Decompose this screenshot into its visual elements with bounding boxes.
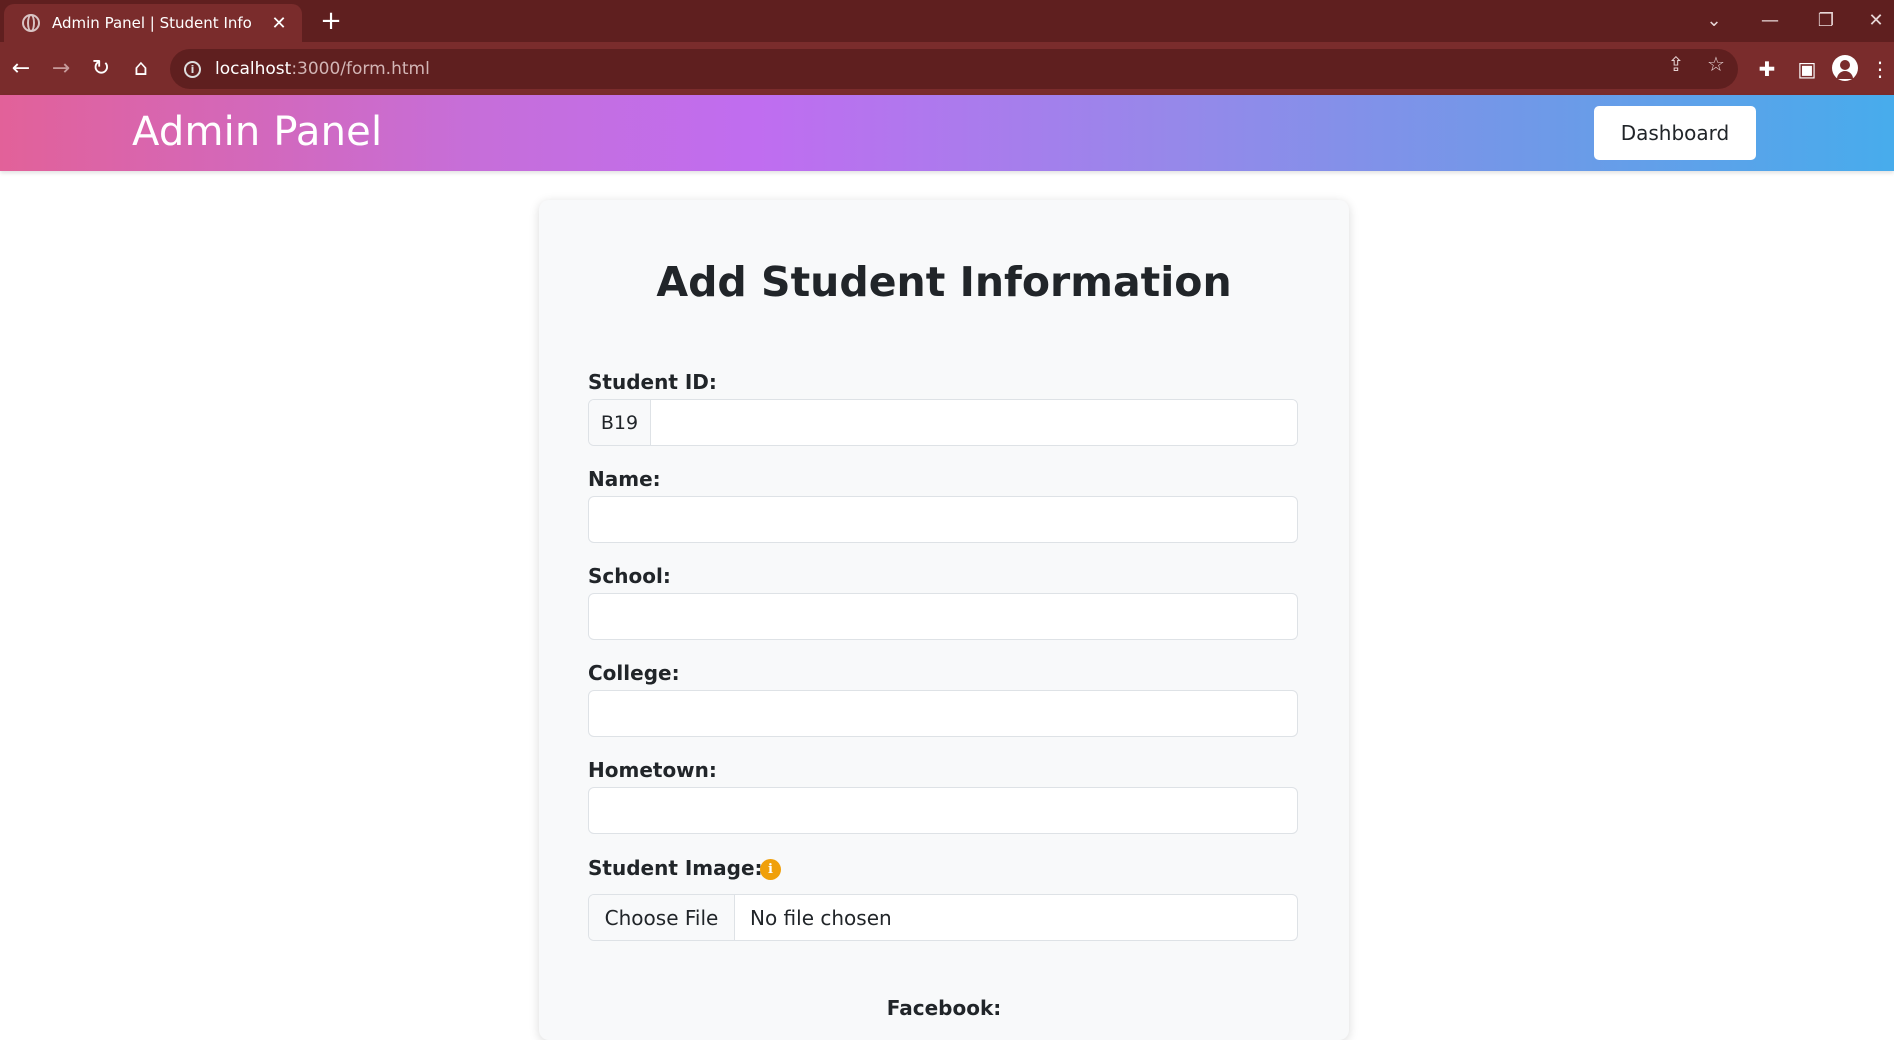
restore-icon[interactable]: ❐ — [1806, 6, 1846, 36]
brand-title[interactable]: Admin Panel — [132, 109, 382, 155]
tab-title: Admin Panel | Student Info — [52, 14, 252, 32]
info-icon[interactable]: i — [760, 859, 781, 880]
college-input[interactable] — [588, 690, 1298, 737]
bookmark-star-icon[interactable]: ☆ — [1703, 51, 1729, 77]
share-icon[interactable]: ⇪ — [1663, 51, 1689, 77]
student-id-group: B19 — [588, 399, 1298, 446]
url-host: localhost — [215, 59, 292, 79]
hometown-input[interactable] — [588, 787, 1298, 834]
site-info-icon[interactable]: i — [184, 60, 201, 78]
address-bar[interactable]: i localhost:3000/form.html — [170, 49, 1738, 89]
browser-tab[interactable]: Admin Panel | Student Info ✕ — [4, 4, 302, 42]
browser-tab-strip: Admin Panel | Student Info ✕ + ⌄ — ❐ ✕ — [0, 0, 1894, 42]
minimize-icon[interactable]: — — [1750, 6, 1790, 36]
file-status-text: No file chosen — [750, 905, 892, 930]
name-label: Name: — [588, 467, 661, 491]
facebook-label: Facebook: — [886, 996, 1002, 1020]
dashboard-button[interactable]: Dashboard — [1594, 106, 1756, 160]
student-id-input[interactable] — [651, 400, 1297, 445]
window-close-icon[interactable]: ✕ — [1856, 6, 1894, 36]
extensions-puzzle-icon[interactable]: ✚ — [1752, 54, 1782, 84]
tab-close-icon[interactable]: ✕ — [268, 13, 290, 34]
forward-arrow-icon[interactable]: → — [44, 52, 78, 86]
student-id-prefix: B19 — [589, 400, 651, 445]
new-tab-button[interactable]: + — [316, 6, 346, 36]
choose-file-button[interactable]: Choose File — [589, 895, 735, 940]
name-input[interactable] — [588, 496, 1298, 543]
home-icon[interactable]: ⌂ — [124, 52, 158, 86]
student-id-label: Student ID: — [588, 370, 717, 394]
school-label: School: — [588, 564, 671, 588]
browser-toolbar: ← → ↻ ⌂ i localhost:3000/form.html ⇪ ☆ ✚… — [0, 42, 1894, 95]
student-image-label: Student Image: — [588, 856, 763, 880]
profile-avatar-icon[interactable] — [1832, 55, 1858, 81]
app-navbar: Admin Panel Dashboard — [0, 95, 1894, 171]
side-panel-icon[interactable]: ▣ — [1792, 54, 1822, 84]
back-arrow-icon[interactable]: ← — [4, 52, 38, 86]
form-title: Add Student Information — [656, 258, 1232, 306]
student-image-file-input[interactable]: Choose File No file chosen — [588, 894, 1298, 941]
reload-icon[interactable]: ↻ — [84, 52, 118, 86]
globe-icon — [22, 14, 40, 32]
college-label: College: — [588, 661, 680, 685]
url-path: :3000/form.html — [291, 59, 430, 79]
kebab-menu-icon[interactable]: ⋮ — [1870, 54, 1890, 84]
hometown-label: Hometown: — [588, 758, 717, 782]
tab-search-chevron-icon[interactable]: ⌄ — [1694, 6, 1734, 36]
student-form-card: Add Student Information Student ID: B19 … — [539, 200, 1349, 1040]
school-input[interactable] — [588, 593, 1298, 640]
